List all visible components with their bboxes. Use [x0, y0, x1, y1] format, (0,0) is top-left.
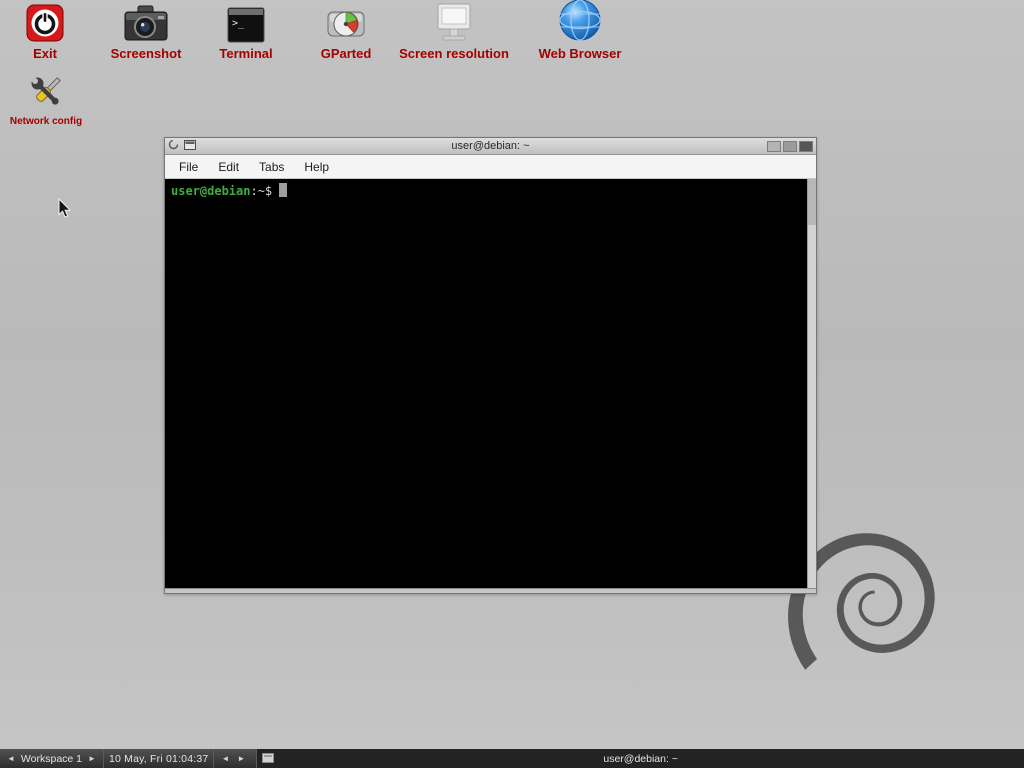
titlebar[interactable]: user@debian: ~: [165, 138, 816, 155]
icon-label: Network config: [10, 115, 82, 129]
menu-file[interactable]: File: [169, 157, 208, 177]
scrollbar-thumb[interactable]: [808, 179, 816, 225]
power-icon: [26, 2, 64, 44]
menu-tabs[interactable]: Tabs: [249, 157, 294, 177]
icon-label: Screenshot: [111, 47, 182, 61]
terminal-window: user@debian: ~ File Edit Tabs Help user@…: [164, 137, 817, 594]
menu-edit[interactable]: Edit: [208, 157, 249, 177]
window-menu-icon[interactable]: [184, 137, 196, 155]
desktop-icon-web-browser[interactable]: Web Browser: [515, 2, 645, 61]
pager-next-icon[interactable]: ►: [235, 749, 247, 768]
svg-text:>_: >_: [232, 18, 245, 29]
desktop-icon-screen-resolution[interactable]: Screen resolution: [389, 2, 519, 61]
menu-help[interactable]: Help: [294, 157, 339, 177]
workspace-switcher: ◄ Workspace 1 ►: [0, 749, 103, 768]
task-window-icon: [262, 753, 274, 763]
menubar: File Edit Tabs Help: [165, 155, 816, 179]
iconify-button[interactable]: [767, 141, 781, 152]
session-icon: [168, 137, 179, 155]
icon-label: Web Browser: [539, 47, 622, 61]
monitor-icon: [431, 2, 477, 44]
terminal-output[interactable]: user@debian:~$: [165, 179, 816, 588]
taskbar: ◄ Workspace 1 ► 10 May, Fri 01:04:37 ◄ ►…: [0, 749, 1024, 768]
desktop-icon-network-config[interactable]: Network config: [0, 70, 111, 129]
icon-label: Exit: [33, 47, 57, 61]
prompt-user: user@debian: [171, 184, 250, 198]
icon-label: Terminal: [219, 47, 272, 61]
clock-segment: 10 May, Fri 01:04:37: [103, 749, 214, 768]
task-title: user@debian: ~: [603, 753, 678, 765]
window-resize-strip[interactable]: [165, 588, 816, 593]
prompt-suffix: :~$: [250, 184, 272, 198]
pager-prev-icon[interactable]: ◄: [219, 749, 231, 768]
terminal-cursor: [279, 183, 287, 197]
terminal-icon: >_: [227, 2, 265, 44]
globe-icon: [557, 2, 603, 44]
pager-arrows: ◄ ►: [213, 749, 252, 768]
icon-label: GParted: [321, 47, 372, 61]
scrollbar[interactable]: [807, 179, 816, 588]
mouse-cursor: [58, 198, 73, 219]
workspace-label: Workspace 1: [21, 753, 82, 765]
close-button[interactable]: [799, 141, 813, 152]
tools-icon: [24, 70, 68, 112]
disk-gauge-icon: [325, 2, 367, 44]
window-title: user@debian: ~: [165, 138, 816, 155]
camera-icon: [123, 2, 169, 44]
clock: 10 May, Fri 01:04:37: [109, 753, 209, 765]
icon-label: Screen resolution: [399, 47, 509, 61]
workspace-next-icon[interactable]: ►: [86, 749, 98, 768]
taskbar-task-terminal[interactable]: user@debian: ~: [256, 749, 1024, 768]
maximize-button[interactable]: [783, 141, 797, 152]
workspace-prev-icon[interactable]: ◄: [5, 749, 17, 768]
